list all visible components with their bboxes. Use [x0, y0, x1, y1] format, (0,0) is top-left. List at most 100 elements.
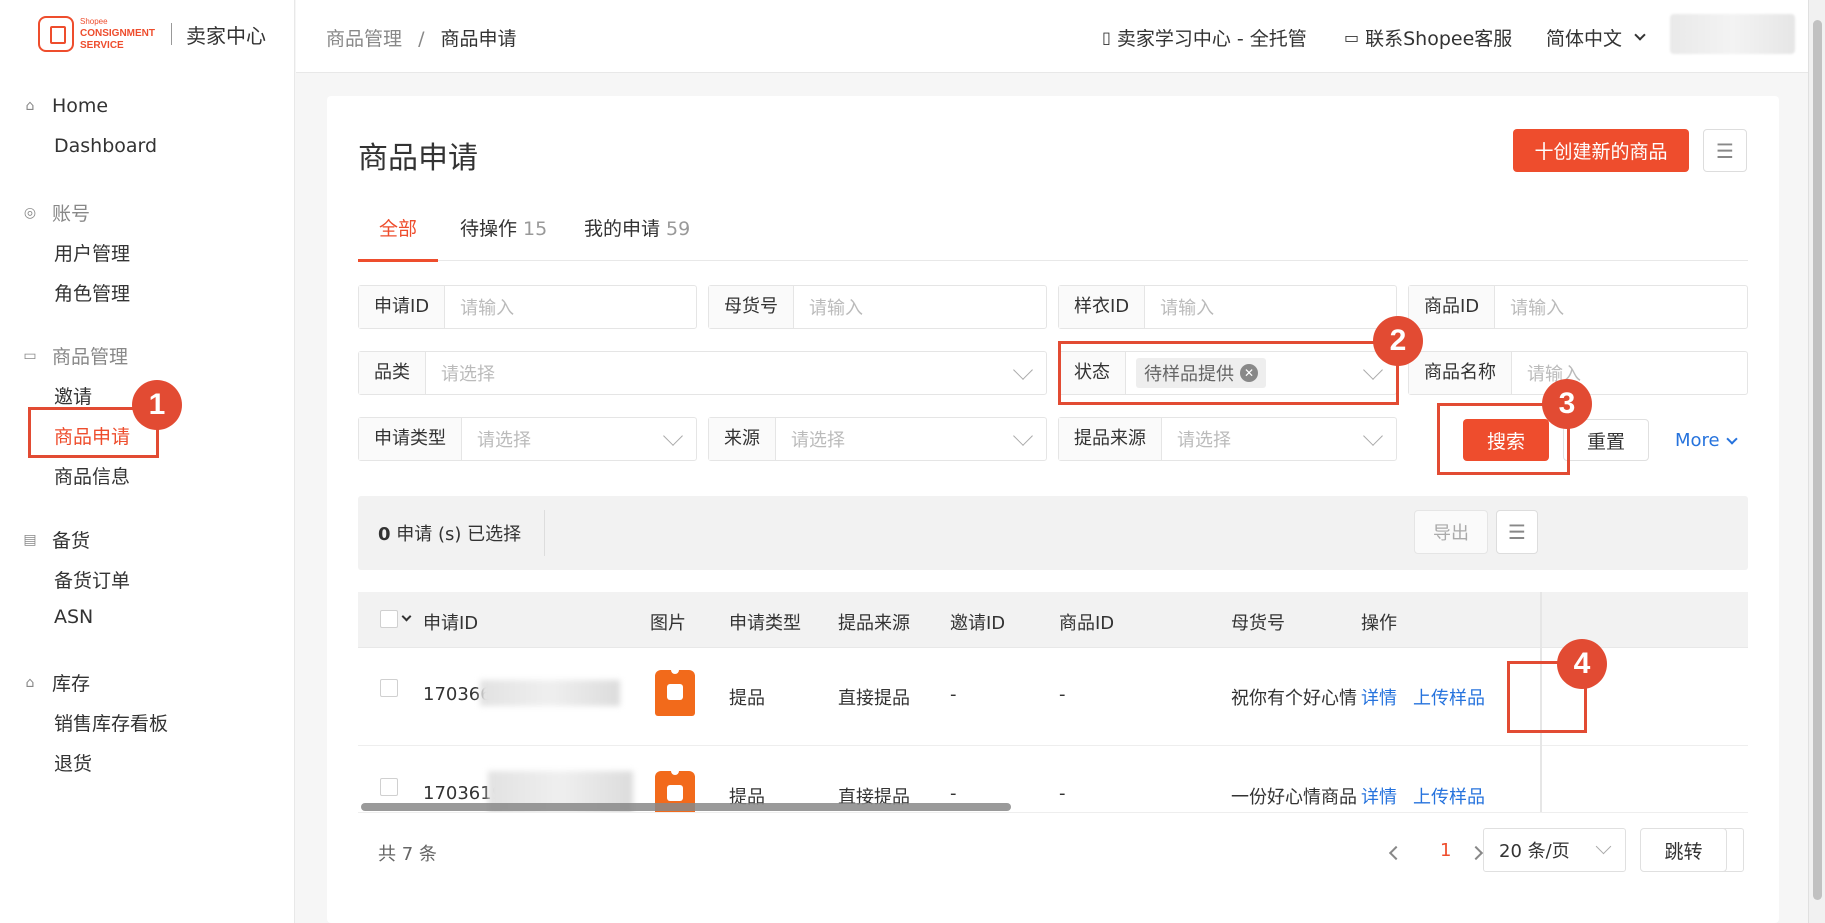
breadcrumb-separator: / [418, 28, 425, 50]
chevron-down-icon [1363, 426, 1383, 446]
field-placeholder[interactable]: 请输入 [445, 294, 696, 320]
page-title: 商品申请 [358, 141, 478, 176]
field-placeholder[interactable]: 请输入 [1145, 294, 1396, 320]
invite-id: - [950, 783, 957, 804]
more-filters-toggle[interactable]: More [1675, 430, 1738, 451]
page-size-label: 20 条/页 [1499, 841, 1570, 862]
box-icon: ▭ [23, 347, 37, 364]
annotation-box-2 [1058, 341, 1399, 405]
page-size-select[interactable]: 20 条/页 [1483, 828, 1626, 872]
chevron-down-icon[interactable] [401, 611, 412, 622]
breadcrumb: 商品管理 / 商品申请 [326, 24, 517, 51]
nav-group-account[interactable]: ◎ 账号 [22, 199, 90, 226]
product-id-field[interactable]: 商品ID 请输入 [1408, 285, 1748, 329]
chevron-down-icon [1013, 360, 1033, 380]
nav-group-label: 商品管理 [52, 346, 129, 368]
nav-group-label: 备货 [52, 530, 91, 552]
upload-sample-link[interactable]: 上传样品 [1413, 783, 1485, 809]
sidebar-item-asn[interactable]: ASN [54, 606, 93, 628]
table-horizontal-scrollbar[interactable] [361, 803, 1011, 811]
next-page-icon[interactable] [1468, 845, 1484, 861]
sidebar-item-user-management[interactable]: 用户管理 [54, 239, 130, 266]
apply-id-field[interactable]: 申请ID 请输入 [358, 285, 697, 329]
sidebar-item-dashboard[interactable]: Dashboard [54, 135, 157, 157]
nav-group-label: Home [52, 95, 109, 117]
select-all-checkbox[interactable] [380, 610, 398, 628]
field-placeholder[interactable]: 请选择 [462, 426, 666, 452]
tab-pending[interactable]: 待操作 15 [460, 211, 547, 261]
logo-divider [171, 23, 172, 45]
selection-label: 申请 (s) 已选择 [396, 524, 522, 545]
breadcrumb-parent[interactable]: 商品管理 [326, 28, 402, 50]
sidebar-item-stock-order[interactable]: 备货订单 [54, 566, 130, 593]
column-header: 商品ID [1059, 613, 1115, 634]
upload-sample-link[interactable]: 上传样品 [1413, 684, 1485, 710]
page-scrollbar[interactable] [1808, 0, 1825, 923]
column-header: 图片 [650, 613, 686, 634]
logo-brand-top: Shopee [80, 17, 108, 26]
sidebar-item-returns[interactable]: 退货 [54, 749, 92, 776]
field-label: 品类 [359, 352, 426, 394]
field-label: 样衣ID [1059, 286, 1146, 328]
column-header: 母货号 [1231, 613, 1285, 634]
field-placeholder[interactable]: 请选择 [1162, 426, 1366, 452]
nav-group-label: 库存 [52, 673, 91, 695]
detail-link[interactable]: 详情 [1361, 783, 1397, 809]
parent-sku-field[interactable]: 母货号 请输入 [708, 285, 1047, 329]
chevron-down-icon [1725, 432, 1738, 445]
logo-brand-line1: CONSIGNMENT [80, 28, 155, 39]
pick-source-select[interactable]: 提品来源 请选择 [1058, 417, 1397, 461]
field-label: 商品ID [1409, 286, 1496, 328]
redacted-text [480, 680, 620, 706]
field-placeholder[interactable]: 请输入 [1495, 294, 1747, 320]
field-placeholder[interactable]: 请输入 [794, 294, 1046, 320]
source-select[interactable]: 来源 请选择 [708, 417, 1047, 461]
learning-center-link[interactable]: ▯ 卖家学习中心 - 全托管 [1102, 24, 1307, 51]
row-checkbox[interactable] [380, 778, 398, 796]
tab-my-apply[interactable]: 我的申请 59 [584, 211, 690, 261]
page-scrollbar-thumb[interactable] [1813, 20, 1822, 900]
field-placeholder[interactable]: 请输入 [1512, 360, 1747, 386]
category-select[interactable]: 品类 请选择 [358, 351, 1047, 395]
detail-link[interactable]: 详情 [1361, 684, 1397, 710]
sidebar-item-product-info[interactable]: 商品信息 [54, 462, 130, 489]
sample-id-field[interactable]: 样衣ID 请输入 [1058, 285, 1397, 329]
menu-icon[interactable]: ☰ [1703, 129, 1747, 172]
nav-group-product[interactable]: ▭ 商品管理 [22, 342, 128, 369]
user-avatar[interactable] [1670, 14, 1795, 54]
user-icon: ◎ [23, 204, 37, 221]
nav-group-stock[interactable]: ▤ 备货 [22, 526, 90, 553]
column-header: 提品来源 [838, 613, 910, 634]
column-settings-icon[interactable]: ☰ [1496, 510, 1538, 554]
row-checkbox[interactable] [380, 679, 398, 697]
nav-group-inventory[interactable]: ⌂ 库存 [22, 669, 90, 696]
field-label: 申请类型 [359, 418, 462, 460]
product-image[interactable] [655, 669, 695, 716]
column-header: 邀请ID [950, 613, 1006, 634]
logo[interactable]: Shopee CONSIGNMENT SERVICE 卖家中心 [38, 16, 266, 52]
column-header: 申请类型 [729, 613, 801, 634]
home-icon: ⌂ [25, 98, 35, 114]
prev-page-icon[interactable] [1388, 845, 1404, 861]
current-page[interactable]: 1 [1440, 840, 1451, 861]
topbar: 商品管理 / 商品申请 ▯ 卖家学习中心 - 全托管 ▭ 联系Shopee客服 … [296, 0, 1808, 73]
sidebar-item-role-management[interactable]: 角色管理 [54, 279, 130, 306]
learning-center-label: 卖家学习中心 - 全托管 [1116, 28, 1307, 50]
sidebar-item-sales-dashboard[interactable]: 销售库存看板 [54, 709, 168, 736]
contact-link[interactable]: ▭ 联系Shopee客服 [1344, 24, 1512, 51]
apply-type-select[interactable]: 申请类型 请选择 [358, 417, 697, 461]
field-placeholder[interactable]: 请选择 [426, 360, 1016, 386]
annotation-badge-4: 4 [1557, 639, 1607, 689]
tab-all[interactable]: 全部 [357, 211, 439, 262]
annotation-badge-3: 3 [1542, 379, 1592, 429]
language-select[interactable]: 简体中文 [1546, 24, 1646, 51]
sidebar-item-invite[interactable]: 邀请 [54, 382, 92, 409]
tab-label: 我的申请 [584, 218, 661, 240]
create-product-button[interactable]: 十创建新的商品 [1513, 129, 1689, 172]
field-label: 申请ID [359, 286, 446, 328]
divider [358, 812, 1748, 813]
field-placeholder[interactable]: 请选择 [776, 426, 1016, 452]
nav-group-home[interactable]: ⌂ Home [22, 95, 109, 117]
export-button[interactable]: 导出 [1414, 510, 1488, 554]
jump-button[interactable]: 跳转 [1640, 828, 1727, 872]
